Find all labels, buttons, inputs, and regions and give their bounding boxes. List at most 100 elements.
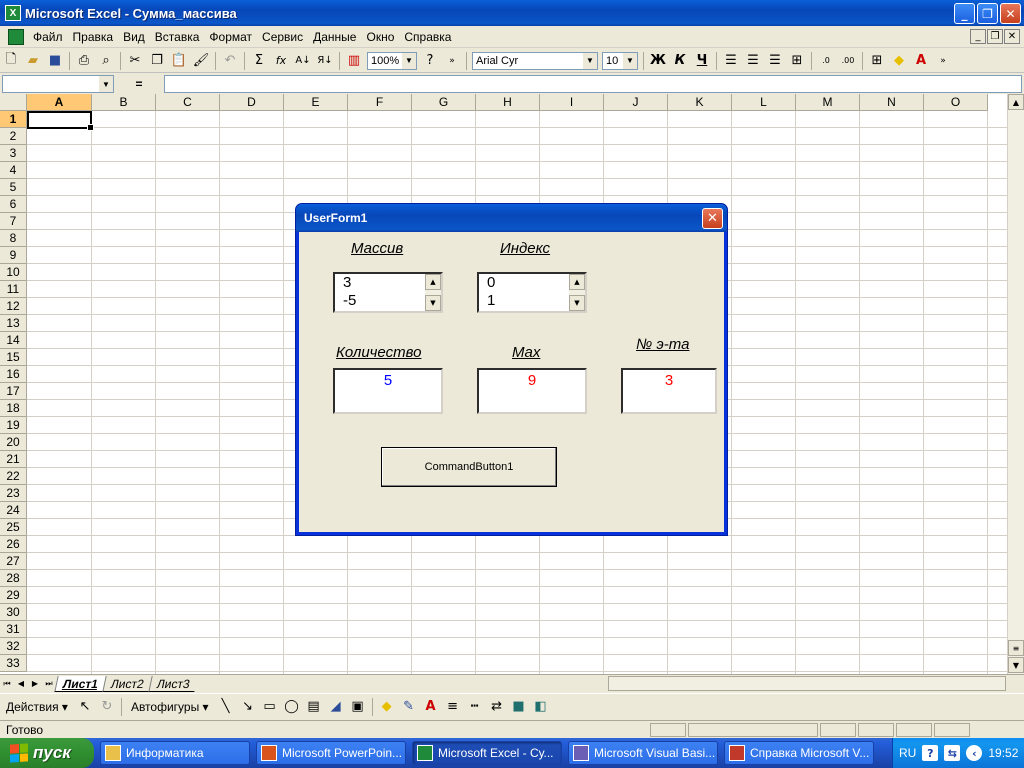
network-tray-icon[interactable]: ⇆ [944, 745, 961, 761]
row-header[interactable]: 3 [0, 145, 27, 162]
clipart-icon[interactable]: ▣ [347, 696, 369, 718]
font-color-icon[interactable]: A [420, 696, 442, 718]
clock[interactable]: 19:52 [988, 746, 1018, 760]
row-header[interactable]: 17 [0, 383, 27, 400]
row-header[interactable]: 6 [0, 196, 27, 213]
row-header[interactable]: 4 [0, 162, 27, 179]
toolbar-options-icon[interactable]: » [441, 50, 463, 72]
preview-icon[interactable]: ⌕ [95, 50, 117, 72]
autoshapes-menu[interactable]: Автофигуры ▾ [125, 700, 215, 714]
column-header[interactable]: O [924, 94, 988, 111]
column-header[interactable]: A [27, 94, 92, 111]
row-header[interactable]: 31 [0, 621, 27, 638]
align-left-icon[interactable]: ☰ [720, 50, 742, 72]
column-header[interactable]: H [476, 94, 540, 111]
row-header[interactable]: 18 [0, 400, 27, 417]
column-header[interactable]: E [284, 94, 348, 111]
oval-icon[interactable]: ◯ [281, 696, 303, 718]
row-header[interactable]: 25 [0, 519, 27, 536]
row-header[interactable]: 7 [0, 213, 27, 230]
select-objects-icon[interactable]: ↖ [74, 696, 96, 718]
dash-style-icon[interactable]: ┅ [464, 696, 486, 718]
row-header[interactable]: 33 [0, 655, 27, 672]
paste-icon[interactable]: 📋 [168, 50, 190, 72]
taskbar-item[interactable]: Справка Microsoft V... [724, 741, 874, 765]
row-header[interactable]: 14 [0, 332, 27, 349]
sort-desc-icon[interactable]: Я↓ [314, 50, 336, 72]
menu-format[interactable]: Формат [204, 30, 257, 44]
menu-insert[interactable]: Вставка [150, 30, 205, 44]
row-header[interactable]: 29 [0, 587, 27, 604]
font-size-select[interactable]: 10 ▼ [602, 51, 638, 70]
rectangle-icon[interactable]: ▭ [259, 696, 281, 718]
undo-icon[interactable]: ↶ [219, 50, 241, 72]
index-listbox[interactable]: 0 1 ▲ ▼ [477, 272, 587, 313]
row-header[interactable]: 13 [0, 315, 27, 332]
borders-icon[interactable]: ⊞ [866, 50, 888, 72]
column-header[interactable]: K [668, 94, 732, 111]
taskbar-item[interactable]: Microsoft Excel - Су... [412, 741, 562, 765]
formula-equals[interactable]: = [114, 77, 164, 91]
sheet-tab-3[interactable]: Лист3 [148, 675, 198, 692]
3d-icon[interactable]: ◧ [530, 696, 552, 718]
menu-file[interactable]: Файл [28, 30, 68, 44]
toolbar-options-icon[interactable]: » [932, 50, 954, 72]
column-header[interactable]: N [860, 94, 924, 111]
scroll-up-icon[interactable]: ▲ [1008, 94, 1024, 110]
column-header[interactable]: F [348, 94, 412, 111]
italic-button[interactable]: К [669, 50, 691, 72]
scroll-down-icon[interactable]: ▼ [425, 295, 441, 311]
taskbar-item[interactable]: Microsoft Visual Basi... [568, 741, 718, 765]
column-header[interactable]: I [540, 94, 604, 111]
max-textbox[interactable]: 9 [477, 368, 587, 414]
next-sheet-icon[interactable]: ▶ [28, 677, 42, 691]
command-button[interactable]: CommandButton1 [381, 447, 557, 487]
cut-icon[interactable]: ✂ [124, 50, 146, 72]
name-box[interactable]: ▼ [2, 75, 114, 93]
row-header[interactable]: 15 [0, 349, 27, 366]
shadow-icon[interactable]: ■ [508, 696, 530, 718]
column-header[interactable]: G [412, 94, 476, 111]
row-header[interactable]: 30 [0, 604, 27, 621]
element-no-textbox[interactable]: 3 [621, 368, 717, 414]
actions-menu[interactable]: Действия ▾ [0, 700, 74, 714]
row-header[interactable]: 26 [0, 536, 27, 553]
scroll-up-icon[interactable]: ▲ [569, 274, 585, 290]
open-icon[interactable]: ▰ [22, 50, 44, 72]
function-icon[interactable]: fx [270, 50, 292, 72]
row-header[interactable]: 2 [0, 128, 27, 145]
row-header[interactable]: 10 [0, 264, 27, 281]
textbox-icon[interactable]: ▤ [303, 696, 325, 718]
sheet-tab-2[interactable]: Лист2 [102, 675, 152, 692]
autosum-icon[interactable]: Σ [248, 50, 270, 72]
menu-view[interactable]: Вид [118, 30, 150, 44]
sort-asc-icon[interactable]: A↓ [292, 50, 314, 72]
close-button[interactable]: ✕ [1000, 3, 1021, 24]
minimize-button[interactable]: _ [954, 3, 975, 24]
row-header[interactable]: 27 [0, 553, 27, 570]
column-header[interactable]: D [220, 94, 284, 111]
print-icon[interactable]: ⎙ [73, 50, 95, 72]
split-handle[interactable]: ≡ [1008, 640, 1024, 656]
fill-color-icon[interactable]: ◆ [888, 50, 910, 72]
taskbar-item[interactable]: Microsoft PowerPoin... [256, 741, 406, 765]
font-select[interactable]: Arial Cyr ▼ [472, 51, 598, 70]
count-textbox[interactable]: 5 [333, 368, 443, 414]
userform-close-button[interactable]: ✕ [702, 208, 723, 229]
font-color-icon[interactable]: A [910, 50, 932, 72]
vertical-scrollbar[interactable]: ▲ ≡ ▼ [1007, 94, 1024, 674]
row-header[interactable]: 16 [0, 366, 27, 383]
doc-minimize-button[interactable]: _ [970, 29, 986, 44]
row-header[interactable]: 24 [0, 502, 27, 519]
row-header[interactable]: 19 [0, 417, 27, 434]
row-header[interactable]: 11 [0, 281, 27, 298]
row-header[interactable]: 9 [0, 247, 27, 264]
new-icon[interactable]: 🗋 [0, 50, 22, 72]
row-header[interactable]: 28 [0, 570, 27, 587]
column-header[interactable]: M [796, 94, 860, 111]
wordart-icon[interactable]: ◢ [325, 696, 347, 718]
arrow-style-icon[interactable]: ⇄ [486, 696, 508, 718]
scroll-up-icon[interactable]: ▲ [425, 274, 441, 290]
row-header[interactable]: 32 [0, 638, 27, 655]
taskbar-item[interactable]: Информатика [100, 741, 250, 765]
